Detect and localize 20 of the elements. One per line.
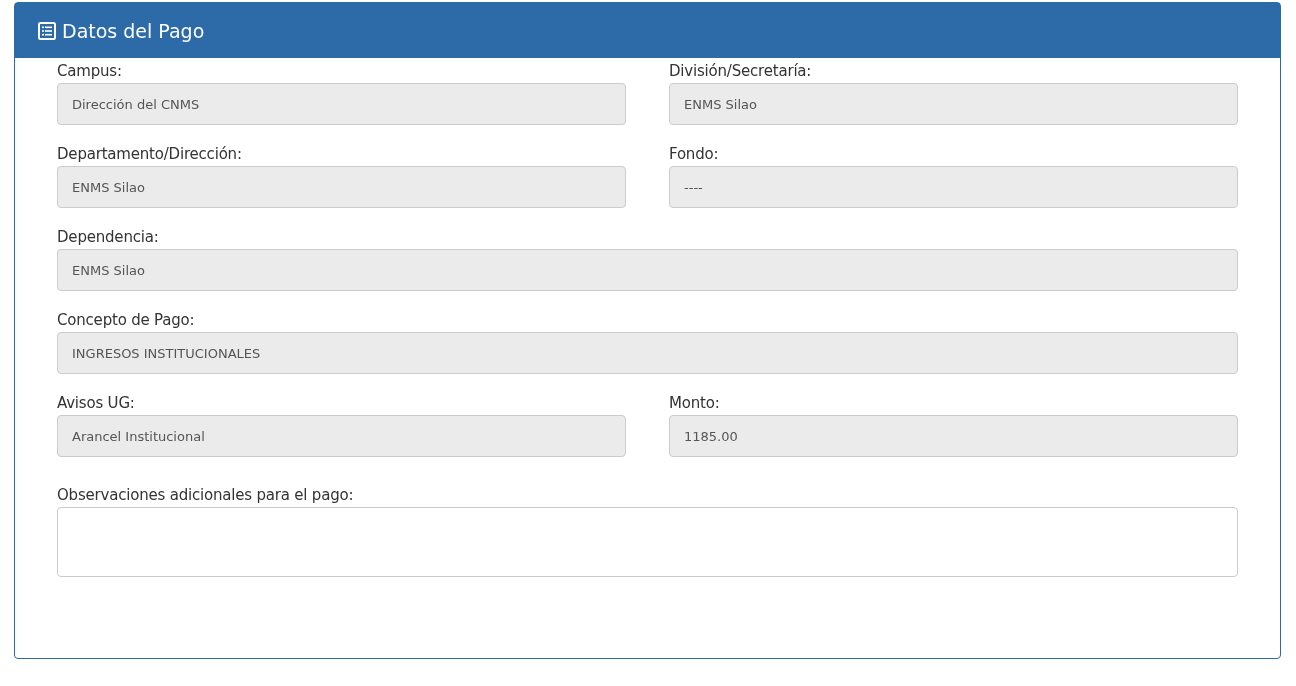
field-label: Departamento/Dirección: [57, 144, 242, 165]
field-label: Campus: [57, 61, 122, 82]
field-label: Avisos UG: [57, 393, 135, 414]
input-field[interactable]: INGRESOS INSTITUCIONALES [57, 332, 1238, 374]
input-field[interactable]: ENMS Silao [57, 166, 626, 208]
field-label: Dependencia: [57, 227, 159, 248]
input-field[interactable]: ---- [669, 166, 1238, 208]
input-field[interactable]: 1185.00 [669, 415, 1238, 457]
input-field[interactable]: ENMS Silao [57, 249, 1238, 291]
field-label: División/Secretaría: [669, 61, 812, 82]
field-label: Concepto de Pago: [57, 310, 195, 331]
input-field[interactable]: ENMS Silao [669, 83, 1238, 125]
input-field[interactable]: Arancel Institucional [57, 415, 626, 457]
textarea-field[interactable] [57, 507, 1238, 577]
list-icon [38, 21, 56, 40]
input-field[interactable]: Dirección del CNMS [57, 83, 626, 125]
field-label: Fondo: [669, 144, 719, 165]
panel-title: Datos del Pago [62, 19, 205, 42]
field-label: Monto: [669, 393, 720, 414]
field-label: Observaciones adicionales para el pago: [57, 485, 354, 506]
